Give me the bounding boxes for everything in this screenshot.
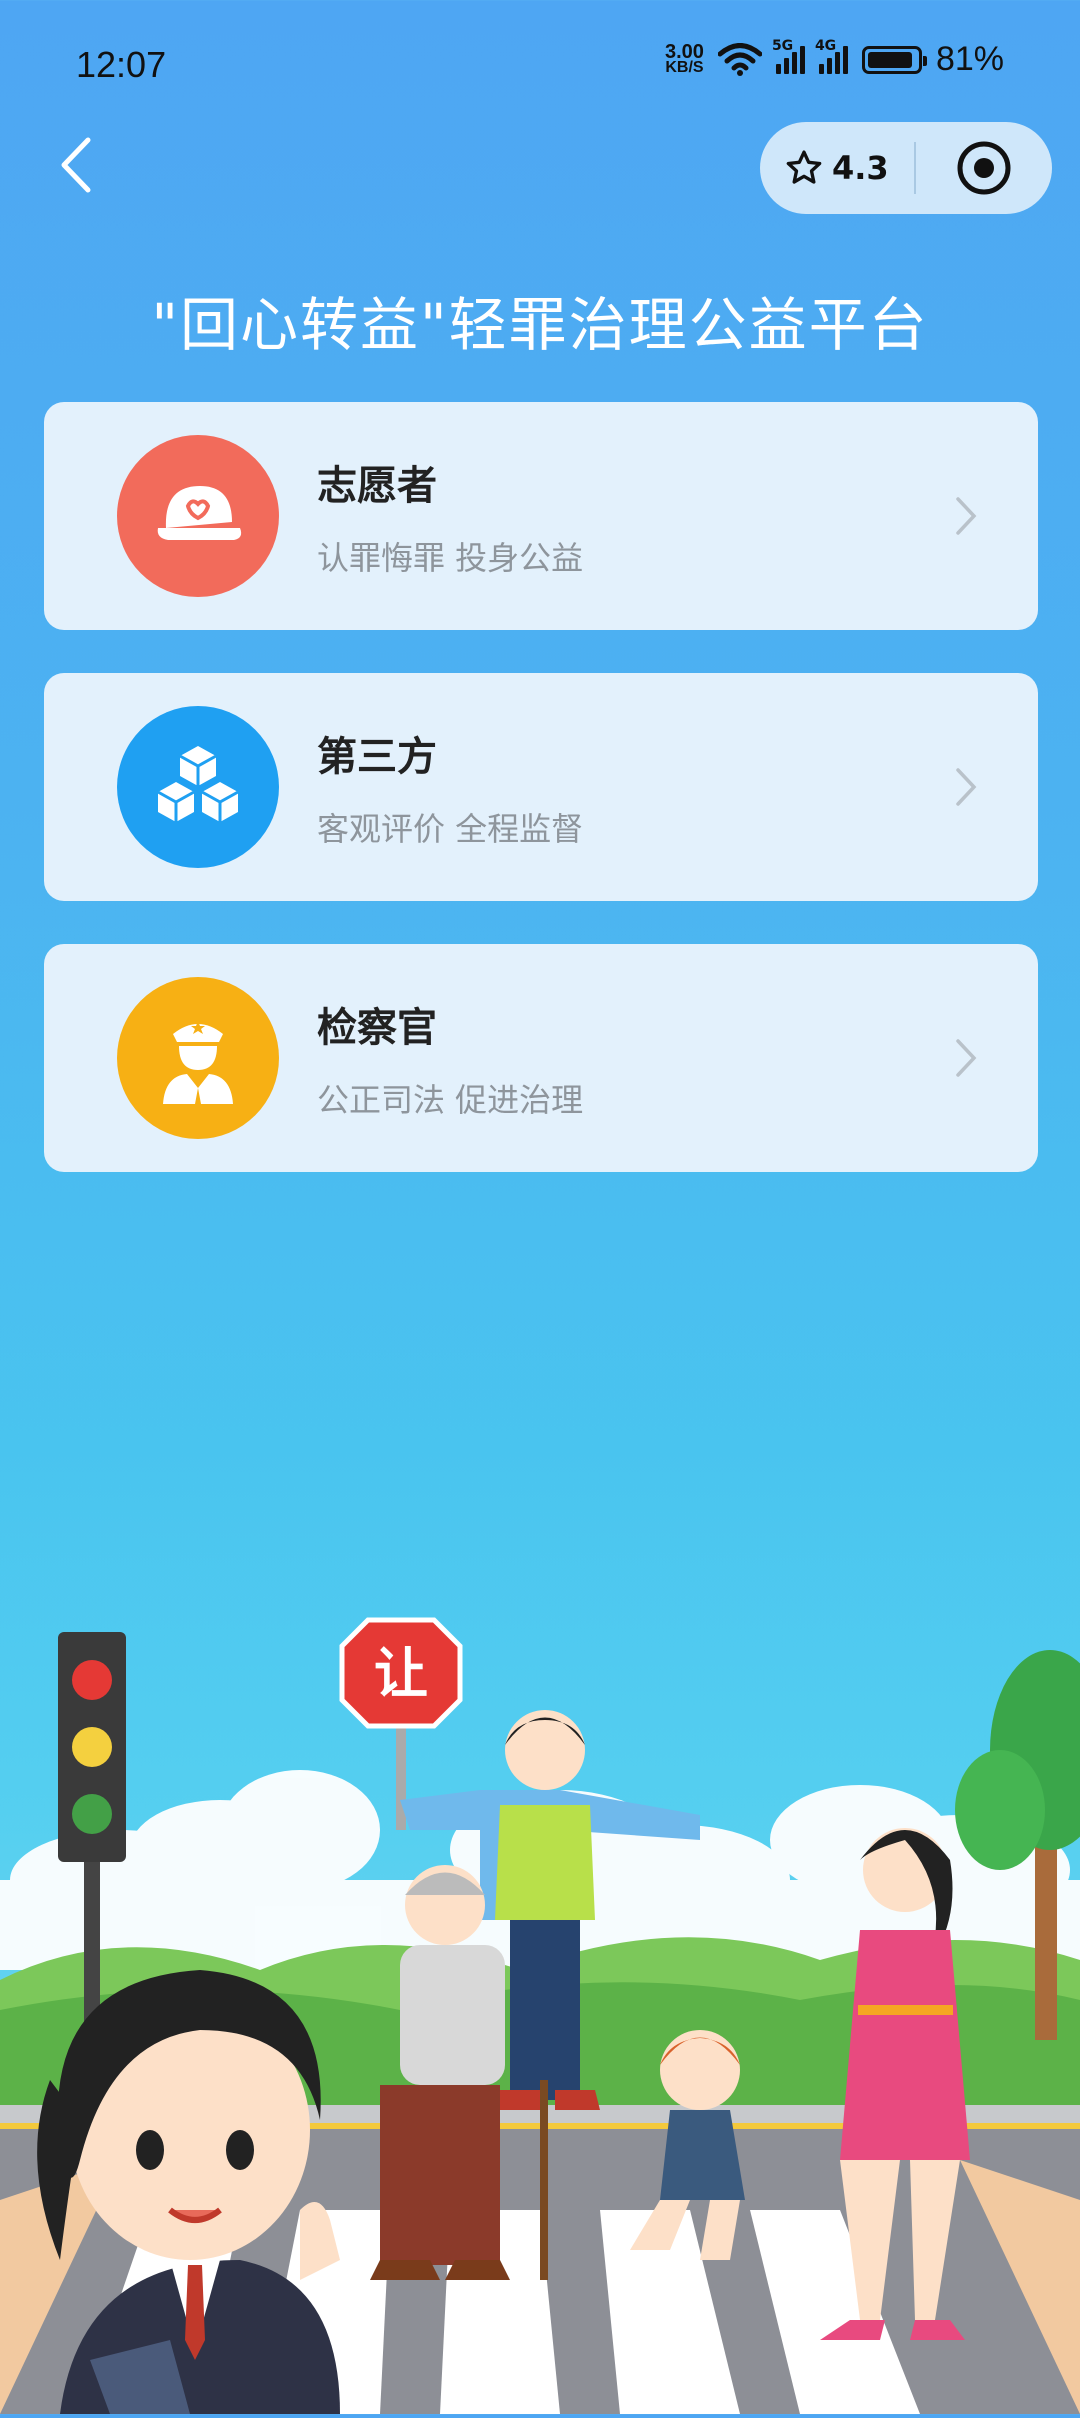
chevron-right-icon xyxy=(956,768,977,806)
card-title: 第三方 xyxy=(317,734,437,780)
status-icons: 3.00 KB/S 5G 4G 81% xyxy=(665,38,1004,79)
chevron-right-icon xyxy=(956,1039,977,1077)
cap-icon xyxy=(117,435,279,597)
crosswalk-illustration: 让 xyxy=(0,1560,1080,2414)
signal-4g-icon: 4G xyxy=(815,38,848,74)
star-icon xyxy=(786,150,822,184)
target-icon xyxy=(957,141,1011,195)
card-prosecutor[interactable]: 检察官 公正司法 促进治理 xyxy=(44,944,1038,1172)
back-button[interactable] xyxy=(48,130,108,200)
mini-program-capsule: 4.3 xyxy=(760,122,1052,214)
chevron-left-icon xyxy=(61,137,91,193)
card-volunteer[interactable]: 志愿者 认罪悔罪 投身公益 xyxy=(44,402,1038,630)
rating-button[interactable]: 4.3 xyxy=(760,148,914,188)
sign-text: 让 xyxy=(374,1642,428,1705)
network-speed: 3.00 KB/S xyxy=(665,40,704,76)
prosecutor-icon xyxy=(117,977,279,1139)
rating-value: 4.3 xyxy=(832,149,889,187)
card-title: 志愿者 xyxy=(317,463,437,509)
card-subtitle: 公正司法 促进治理 xyxy=(317,1081,584,1119)
status-bar: 12:07 3.00 KB/S 5G 4G 81% xyxy=(0,0,1080,130)
chevron-right-icon xyxy=(956,497,977,535)
card-subtitle: 认罪悔罪 投身公益 xyxy=(317,539,584,577)
battery-icon xyxy=(861,45,927,74)
card-subtitle: 客观评价 全程监督 xyxy=(317,810,584,848)
battery-percent: 81% xyxy=(935,40,1004,78)
status-time: 12:07 xyxy=(76,44,167,85)
page-title: "回心转益"轻罪治理公益平台 xyxy=(151,291,929,359)
wifi-icon xyxy=(717,42,762,76)
cubes-icon xyxy=(117,706,279,868)
close-target-button[interactable] xyxy=(916,140,1052,196)
card-third-party[interactable]: 第三方 客观评价 全程监督 xyxy=(44,673,1038,901)
signal-5g-icon: 5G xyxy=(772,38,805,74)
card-title: 检察官 xyxy=(317,1005,437,1051)
